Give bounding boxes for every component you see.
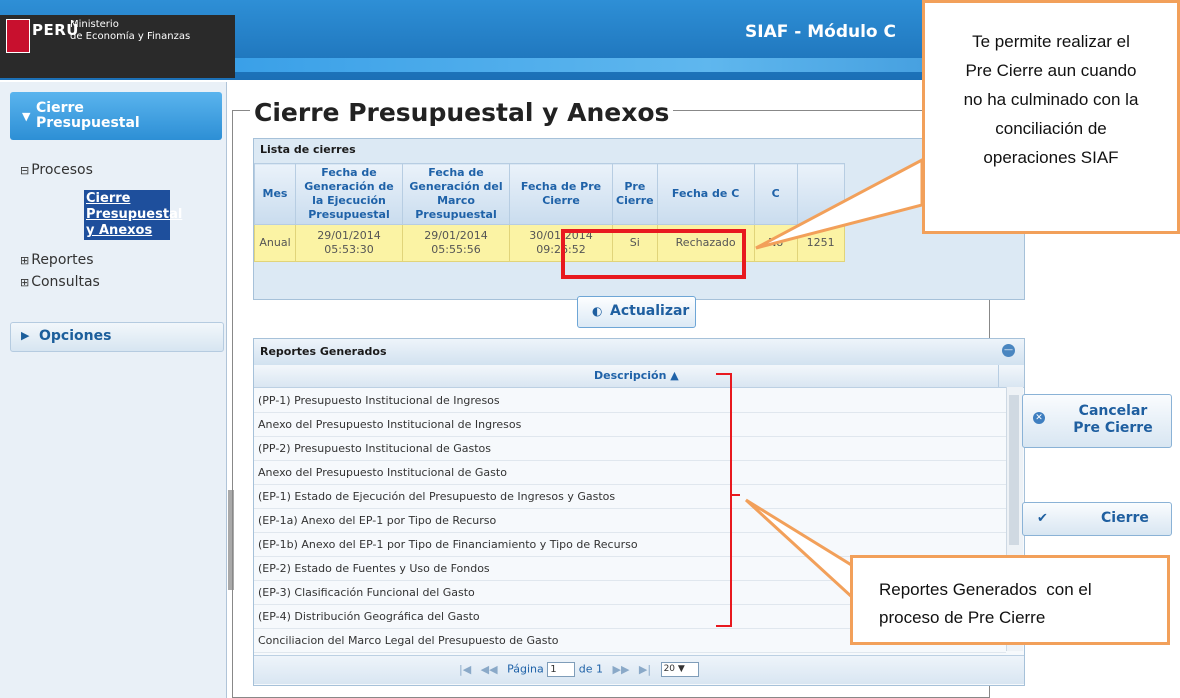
callout-bottom-pointer [744,498,855,602]
callout-line: proceso de Pre Cierre [879,608,1046,627]
callout-pre-cierre-info: Te permite realizar el Pre Cierre aun cu… [922,0,1180,234]
callout-line: Te permite realizar el [972,32,1130,51]
callout-line: conciliación de [995,119,1107,138]
callout-line: Pre Cierre aun cuando [965,61,1137,80]
callout-line: operaciones SIAF [983,148,1119,167]
callout-line: Reportes Generados con el [879,580,1092,599]
callout-reportes-info: Reportes Generados con el proceso de Pre… [850,555,1170,645]
callout-line: no ha culminado con la [963,90,1139,109]
callout-top-pointer [755,157,924,250]
